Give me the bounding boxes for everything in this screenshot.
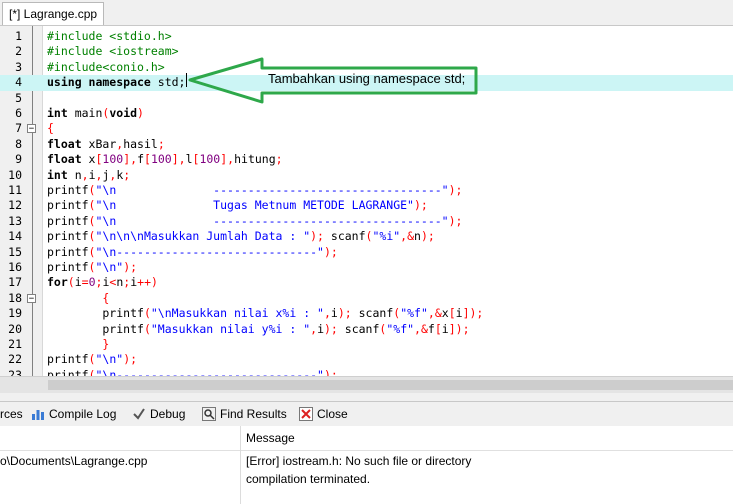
tab-debug-label: Debug <box>150 407 186 421</box>
text-cursor <box>186 73 187 87</box>
code-editor[interactable]: 1 #include <stdio.h> 2 #include <iostream> 3… <box>0 26 733 376</box>
annotation-text: Tambahkan using namespace std; <box>268 71 466 86</box>
tab-close[interactable]: Close <box>299 404 348 424</box>
checkmark-icon <box>132 407 146 421</box>
tab-find-results[interactable]: Find Results <box>202 404 287 424</box>
tab-resources-label: rces <box>0 407 23 421</box>
messages-table: Message o\Documents\Lagrange.cpp [Error]… <box>0 426 733 504</box>
scrollbar-thumb[interactable] <box>48 380 733 390</box>
tab-resources[interactable]: rces <box>0 404 23 424</box>
row-file: o\Documents\Lagrange.cpp <box>0 454 148 468</box>
tab-compile-log-label: Compile Log <box>49 407 117 421</box>
tab-close-label: Close <box>317 407 348 421</box>
close-icon <box>299 407 313 421</box>
row-message: [Error] iostream.h: No such file or dire… <box>246 454 472 468</box>
tab-find-results-label: Find Results <box>220 407 287 421</box>
magnifier-icon <box>202 407 216 421</box>
column-separator <box>240 426 241 504</box>
editor-tab-bar: [*] Lagrange.cpp <box>0 0 733 26</box>
tab-compile-log[interactable]: Compile Log <box>31 404 116 424</box>
tab-lagrange-cpp[interactable]: [*] Lagrange.cpp <box>2 2 105 25</box>
bar-chart-icon <box>31 407 45 421</box>
bottom-panel-tabs: rces Compile Log Debug Find Results Clos… <box>0 401 733 427</box>
messages-header: Message <box>0 426 733 451</box>
column-header-message[interactable]: Message <box>246 429 295 447</box>
horizontal-scrollbar[interactable] <box>0 376 733 393</box>
tab-debug[interactable]: Debug <box>132 404 185 424</box>
row-message: compilation terminated. <box>246 472 371 486</box>
